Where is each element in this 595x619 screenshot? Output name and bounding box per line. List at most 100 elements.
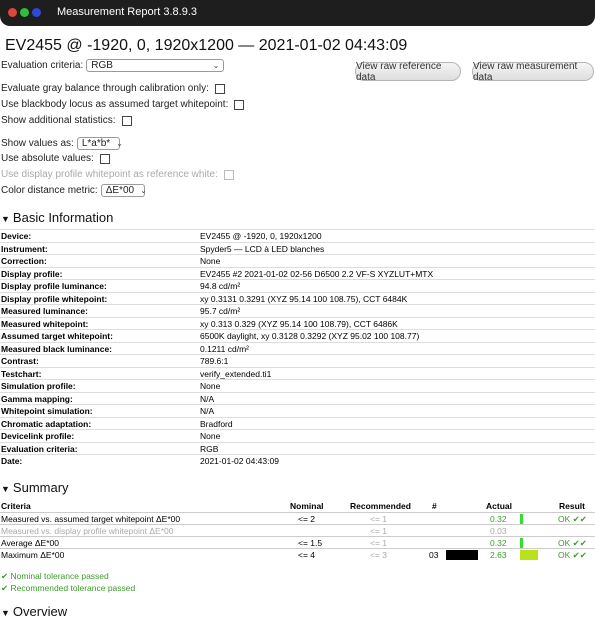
gray-balance-row: Evaluate gray balance through calibratio… xyxy=(1,83,225,94)
actual-cell: 0.32 xyxy=(490,514,507,524)
info-key: Assumed target whitepoint: xyxy=(1,331,113,341)
info-value: EV2455 #2 2021-01-02 02-56 D6500 2.2 VF-… xyxy=(200,268,434,279)
chevron-down-icon: ⌄ xyxy=(116,139,123,148)
info-value: xy 0.3131 0.3291 (XYZ 95.14 100 108.75),… xyxy=(200,293,408,304)
info-row: Correction: None xyxy=(0,254,595,268)
display-whitepoint-row: Use display profile whitepoint as refere… xyxy=(1,169,234,180)
color-distance-value: ΔE*00 xyxy=(105,185,135,196)
summary-heading: Summary xyxy=(12,480,69,495)
actual-cell: 2.63 xyxy=(490,550,507,560)
info-row: Devicelink profile: None xyxy=(0,429,595,443)
window-title: Measurement Report 3.8.9.3 xyxy=(57,6,198,18)
absolute-values-label: Use absolute values: xyxy=(1,153,94,164)
info-row: Simulation profile: None xyxy=(0,379,595,393)
info-value: None xyxy=(200,381,221,391)
info-value: 95.7 cd/m² xyxy=(200,306,241,316)
info-row: Date: 2021-01-02 04:43:09 xyxy=(0,454,595,468)
info-key: Date: xyxy=(1,456,23,466)
info-value: N/A xyxy=(200,406,215,416)
basic-info-toggle[interactable]: ▼ Basic Information xyxy=(1,210,113,225)
info-key: Correction: xyxy=(1,256,47,266)
info-key: Contrast: xyxy=(1,356,39,366)
summary-toggle[interactable]: ▼ Summary xyxy=(1,480,69,495)
gray-balance-checkbox[interactable] xyxy=(214,83,225,94)
page-title: EV2455 @ -1920, 0, 1920x1200 — 2021-01-0… xyxy=(5,37,408,54)
number-header: # xyxy=(432,501,437,511)
recommended-cell: <= 3 xyxy=(370,550,388,560)
blackbody-checkbox[interactable] xyxy=(234,99,245,110)
minimize-window-button[interactable] xyxy=(32,8,41,17)
info-row: Instrument: Spyder5 — LCD à LED blanches xyxy=(0,241,595,256)
info-row: Display profile luminance: 94.8 cd/m² xyxy=(0,279,595,293)
info-key: Instrument: xyxy=(1,243,48,254)
info-row: Gamma mapping: N/A xyxy=(0,391,595,406)
show-values-select[interactable]: L*a*b* ⌄ xyxy=(76,137,123,150)
blackbody-row: Use blackbody locus as assumed target wh… xyxy=(1,99,245,110)
actual-cell: 0.32 xyxy=(490,538,507,548)
nominal-passed-text: ✔ Nominal tolerance passed xyxy=(1,571,109,581)
info-row: Display profile whitepoint: xy 0.3131 0.3… xyxy=(0,291,595,306)
info-key: Measured luminance: xyxy=(1,306,88,316)
info-value: EV2455 @ -1920, 0, 1920x1200 xyxy=(200,231,322,241)
display-whitepoint-label: Use display profile whitepoint as refere… xyxy=(1,169,218,180)
info-row: Device: EV2455 @ -1920, 0, 1920x1200 xyxy=(0,229,595,243)
evaluation-criteria-select[interactable]: RGB ⌄ xyxy=(86,59,225,72)
result-header: Result xyxy=(559,501,585,511)
info-key: Testchart: xyxy=(1,368,42,379)
info-key: Chromatic adaptation: xyxy=(1,418,92,429)
color-distance-select[interactable]: ΔE*00 ⌄ xyxy=(100,184,147,197)
info-key: Device: xyxy=(1,231,32,241)
nominal-header: Nominal xyxy=(290,501,324,511)
additional-stats-label: Show additional statistics: xyxy=(1,115,116,126)
info-value: None xyxy=(200,431,221,441)
maximize-window-button[interactable] xyxy=(20,8,29,17)
info-key: Devicelink profile: xyxy=(1,431,75,441)
color-distance-row: Color distance metric: ΔE*00 ⌄ xyxy=(1,184,147,197)
color-swatch xyxy=(446,550,478,560)
info-row: Evaluation criteria: RGB xyxy=(0,441,595,456)
color-distance-label: Color distance metric: xyxy=(1,185,98,196)
absolute-values-checkbox[interactable] xyxy=(99,153,110,164)
info-value: verify_extended.ti1 xyxy=(200,368,272,379)
info-value: N/A xyxy=(200,393,215,404)
recommended-header: Recommended xyxy=(350,501,411,511)
summary-header-row: Criteria Nominal Recommended # Actual Re… xyxy=(0,500,595,511)
info-value: 0.1211 cd/m² xyxy=(200,343,249,354)
triangle-down-icon: ▼ xyxy=(1,484,10,494)
result-cell: OK ✔✔ xyxy=(558,550,587,560)
evaluation-criteria-row: Evaluation criteria: RGB ⌄ xyxy=(1,59,225,72)
info-value: 6500K daylight, xy 0.3128 0.3292 (XYZ 95… xyxy=(200,331,420,341)
chevron-down-icon: ⌄ xyxy=(212,61,220,70)
evaluation-criteria-value: RGB xyxy=(91,60,113,71)
info-row: Chromatic adaptation: Bradford xyxy=(0,416,595,431)
blackbody-label: Use blackbody locus as assumed target wh… xyxy=(1,99,229,110)
basic-info-heading: Basic Information xyxy=(12,210,114,225)
show-values-value: L*a*b* xyxy=(81,138,111,149)
chevron-down-icon: ⌄ xyxy=(140,186,147,195)
additional-stats-checkbox[interactable] xyxy=(121,115,132,126)
nominal-cell: <= 2 xyxy=(298,514,316,524)
info-row: Whitepoint simulation: N/A xyxy=(0,404,595,418)
criteria-cell: Measured vs. display profile whitepoint … xyxy=(1,526,174,536)
number-cell: 03 xyxy=(429,550,439,560)
actual-bar xyxy=(520,538,523,548)
close-window-button[interactable] xyxy=(8,8,17,17)
info-key: Display profile whitepoint: xyxy=(1,293,108,304)
summary-row: Maximum ΔE*00 <= 4 <= 3 03 2.63 OK ✔✔ xyxy=(0,548,595,561)
info-key: Evaluation criteria: xyxy=(1,443,78,454)
info-key: Whitepoint simulation: xyxy=(1,406,93,416)
info-key: Measured black luminance: xyxy=(1,343,113,354)
info-row: Assumed target whitepoint: 6500K daylight… xyxy=(0,329,595,343)
criteria-cell: Measured vs. assumed target whitepoint Δ… xyxy=(1,514,181,524)
evaluation-criteria-label: Evaluation criteria: xyxy=(1,60,84,71)
info-row: Measured whitepoint: xy 0.313 0.329 (XYZ … xyxy=(0,316,595,331)
recommended-passed-text: ✔ Recommended tolerance passed xyxy=(1,583,136,593)
info-key: Simulation profile: xyxy=(1,381,76,391)
gray-balance-label: Evaluate gray balance through calibratio… xyxy=(1,83,209,94)
info-row: Display profile: EV2455 #2 2021-01-02 02-… xyxy=(0,266,595,281)
additional-stats-row: Show additional statistics: xyxy=(1,115,132,126)
show-values-label: Show values as: xyxy=(1,138,74,149)
info-value: Bradford xyxy=(200,418,233,429)
view-raw-measurement-button[interactable]: View raw measurement data xyxy=(472,61,594,83)
view-raw-reference-button[interactable]: View raw reference data xyxy=(355,61,461,83)
